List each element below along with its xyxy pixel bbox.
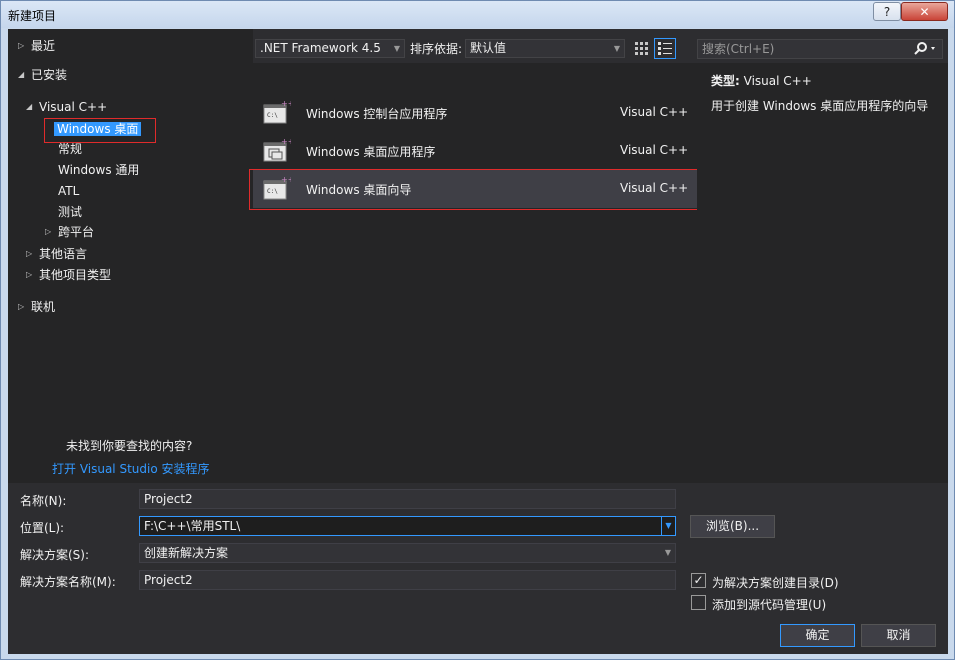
tree-item-test[interactable]: 测试 [58, 202, 82, 222]
tree-item-general[interactable]: 常规 [58, 139, 82, 159]
window-title: 新建项目 [8, 9, 57, 23]
solution-value: 创建新解决方案 [144, 546, 229, 560]
tree-item-label: 已安装 [31, 68, 68, 82]
template-list: C:\ ++ Windows 控制台应用程序 Visual C++ ++ [249, 63, 699, 483]
template-name: Windows 控制台应用程序 [306, 107, 448, 121]
collapse-arrow-icon[interactable]: ◢ [26, 97, 36, 117]
description-text: 用于创建 Windows 桌面应用程序的向导 [711, 99, 929, 113]
project-form: 名称(N): Project2 位置(L): F:\C++\常用STL\ ▼ 浏… [8, 483, 948, 654]
console-app-icon: C:\ ++ [263, 99, 294, 126]
sort-select[interactable]: 默认值 ▼ [465, 39, 625, 58]
template-row-desktop[interactable]: ++ Windows 桌面应用程序 Visual C++ [253, 132, 697, 170]
template-language: Visual C++ [620, 143, 689, 157]
close-button[interactable]: ✕ [901, 2, 948, 21]
tree-item-windows-desktop[interactable]: Windows 桌面 [54, 119, 142, 139]
name-label: 名称(N): [20, 494, 67, 508]
type-label: 类型: [711, 74, 740, 88]
chevron-down-icon: ▼ [393, 44, 400, 53]
tree-item-recent[interactable]: ▷ 最近 [18, 36, 55, 56]
collapse-arrow-icon[interactable]: ◢ [18, 65, 28, 85]
description-panel: 类型: Visual C++ 用于创建 Windows 桌面应用程序的向导 [697, 63, 948, 483]
template-language: Visual C++ [620, 105, 689, 119]
tree-item-visual-cpp[interactable]: ◢ Visual C++ [26, 97, 107, 117]
sort-value: 默认值 [470, 41, 507, 55]
tree-item-online[interactable]: ▷ 联机 [18, 297, 55, 317]
tree-item-installed[interactable]: ◢ 已安装 [18, 65, 67, 85]
source-control-label[interactable]: 添加到源代码管理(U) [712, 596, 826, 613]
tree-item-label: 其他语言 [39, 247, 88, 261]
framework-value: .NET Framework 4.5 [260, 41, 381, 55]
chevron-down-icon: ▼ [664, 548, 671, 557]
tree-item-label: 最近 [31, 39, 56, 53]
location-input[interactable]: F:\C++\常用STL\ ▼ [139, 516, 676, 536]
selection-highlight-box [249, 169, 699, 210]
dialog-client: ▷ 最近 ◢ 已安装 ◢ Visual C++ Windows 桌面 常规 Wi… [8, 29, 948, 654]
cancel-button[interactable]: 取消 [861, 624, 936, 647]
title-bar: 新建项目 ? ✕ [1, 1, 954, 28]
expand-arrow-icon[interactable]: ▷ [18, 297, 28, 317]
browse-button[interactable]: 浏览(B)... [690, 515, 775, 538]
ok-button[interactable]: 确定 [780, 624, 855, 647]
svg-text:++: ++ [281, 100, 291, 108]
tree-item-label: 联机 [31, 300, 56, 314]
search-placeholder: 搜索(Ctrl+E) [702, 42, 775, 56]
chevron-down-icon[interactable]: ▼ [661, 517, 675, 535]
location-value: F:\C++\常用STL\ [144, 519, 241, 533]
expand-arrow-icon[interactable]: ▷ [26, 244, 36, 264]
create-directory-label[interactable]: 为解决方案创建目录(D) [712, 574, 839, 591]
desktop-app-icon: ++ [263, 137, 294, 164]
tree-item-other-project-types[interactable]: ▷ 其他项目类型 [26, 265, 111, 285]
tree-item-label: Windows 桌面 [54, 122, 142, 136]
tree-item-cross-platform[interactable]: ▷ 跨平台 [45, 222, 94, 242]
search-icon[interactable] [913, 41, 939, 57]
template-name: Windows 桌面应用程序 [306, 145, 436, 159]
chevron-down-icon: ▼ [613, 44, 620, 53]
grid-view-icon[interactable] [632, 39, 651, 58]
help-button[interactable]: ? [873, 2, 901, 21]
framework-select[interactable]: .NET Framework 4.5 ▼ [255, 39, 405, 58]
tree-item-label: Visual C++ [39, 100, 108, 114]
sort-label: 排序依据: [410, 42, 463, 56]
tree-item-label: 跨平台 [58, 225, 95, 239]
create-directory-checkbox[interactable]: ✓ [691, 573, 706, 588]
type-value: Visual C++ [743, 74, 812, 88]
expand-arrow-icon[interactable]: ▷ [45, 222, 55, 242]
tree-item-other-languages[interactable]: ▷ 其他语言 [26, 244, 87, 264]
not-found-text: 未找到你要查找的内容? [66, 439, 193, 453]
search-input[interactable]: 搜索(Ctrl+E) [697, 39, 943, 59]
tree-item-windows-universal[interactable]: Windows 通用 [58, 160, 139, 180]
list-view-icon[interactable] [654, 38, 676, 59]
project-name-input[interactable]: Project2 [139, 489, 676, 509]
svg-text:++: ++ [281, 138, 291, 146]
solution-name-label: 解决方案名称(M): [20, 575, 116, 589]
solution-select[interactable]: 创建新解决方案 ▼ [139, 543, 676, 563]
expand-arrow-icon[interactable]: ▷ [18, 36, 28, 56]
open-installer-link[interactable]: 打开 Visual Studio 安装程序 [52, 460, 210, 477]
solution-name-input[interactable]: Project2 [139, 570, 676, 590]
solution-label: 解决方案(S): [20, 548, 90, 562]
expand-arrow-icon[interactable]: ▷ [26, 265, 36, 285]
new-project-dialog: 新建项目 ? ✕ ▷ 最近 ◢ 已安装 ◢ Visual C++ Windows… [0, 0, 955, 660]
template-row-console[interactable]: C:\ ++ Windows 控制台应用程序 Visual C++ [253, 94, 697, 132]
tree-item-label: 其他项目类型 [39, 268, 112, 282]
source-control-checkbox[interactable] [691, 595, 706, 610]
svg-text:C:\: C:\ [267, 112, 278, 119]
template-tree: ▷ 最近 ◢ 已安装 ◢ Visual C++ Windows 桌面 常规 Wi… [8, 29, 253, 483]
description-type: 类型: Visual C++ [711, 72, 812, 89]
tree-item-atl[interactable]: ATL [58, 181, 79, 201]
location-label: 位置(L): [20, 521, 65, 535]
